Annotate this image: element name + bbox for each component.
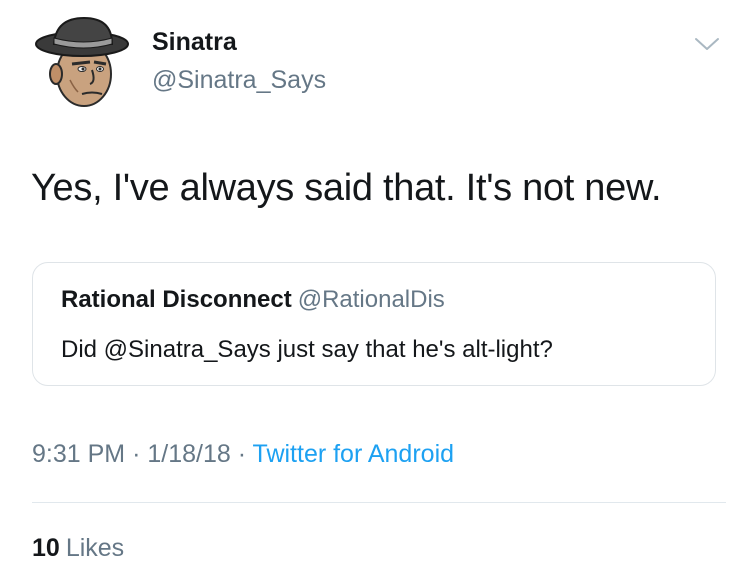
tweet-source-link[interactable]: Twitter for Android xyxy=(253,440,454,468)
quoted-tweet-card[interactable]: Rational Disconnect @RationalDis Did @Sin… xyxy=(32,262,716,386)
author-handle[interactable]: @Sinatra_Says xyxy=(152,64,326,96)
tweet-meta: 9:31 PM · 1/18/18 · Twitter for Android xyxy=(32,438,454,470)
likes-count: 10 xyxy=(32,534,60,562)
author-display-name[interactable]: Sinatra xyxy=(152,26,237,58)
quoted-author-name: Rational Disconnect xyxy=(61,286,292,313)
tweet-date: 1/18/18 xyxy=(147,440,231,468)
tweet-menu-button[interactable] xyxy=(693,34,721,54)
chevron-down-icon xyxy=(695,38,719,50)
cartoon-fedora-man-avatar-icon xyxy=(35,16,129,107)
meta-separator: · xyxy=(237,440,247,468)
likes-label: Likes xyxy=(65,534,125,562)
meta-separator: · xyxy=(132,440,141,468)
quoted-author-handle: @RationalDis xyxy=(297,286,445,313)
tweet-time: 9:31 PM xyxy=(32,440,126,468)
tweet-text: Yes, I've always said that. It's not new… xyxy=(31,167,662,209)
likes-link[interactable]: 10 Likes xyxy=(32,532,124,564)
divider xyxy=(32,502,726,503)
quoted-tweet-text: Did @Sinatra_Says just say that he's alt… xyxy=(61,336,553,363)
avatar[interactable] xyxy=(32,14,132,114)
quoted-tweet-header: Rational Disconnect @RationalDis xyxy=(61,285,445,315)
